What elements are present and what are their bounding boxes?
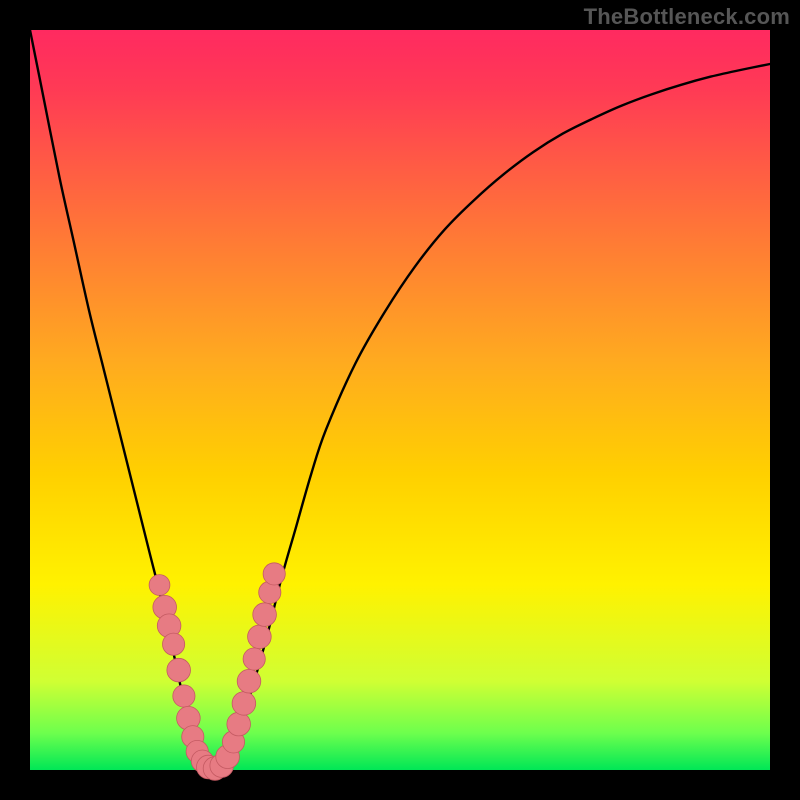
curve-marker xyxy=(149,575,170,596)
curve-marker xyxy=(227,712,251,736)
curve-marker xyxy=(248,625,272,649)
curve-marker xyxy=(173,685,195,707)
curve-marker xyxy=(167,658,191,682)
watermark-text: TheBottleneck.com xyxy=(584,4,790,30)
curve-marker xyxy=(243,648,265,670)
bottleneck-curve xyxy=(30,30,770,771)
curve-marker xyxy=(232,692,256,716)
curve-marker xyxy=(237,669,261,693)
curve-marker xyxy=(253,603,277,627)
curve-layer xyxy=(30,30,770,770)
plot-area xyxy=(30,30,770,770)
curve-marker xyxy=(163,633,185,655)
curve-markers xyxy=(149,563,285,780)
curve-marker xyxy=(263,563,285,585)
chart-frame: TheBottleneck.com xyxy=(0,0,800,800)
